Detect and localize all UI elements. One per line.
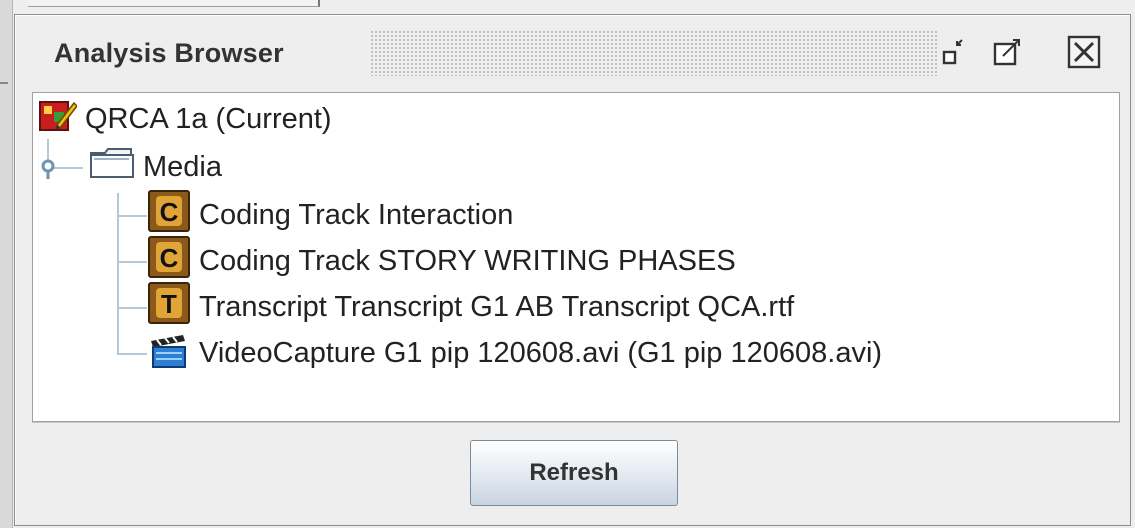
svg-text:C: C (160, 243, 179, 273)
transcript-icon: T (147, 281, 191, 333)
tree-item-transcript[interactable]: T Transcript Transcript G1 AB Transcript… (147, 282, 795, 329)
footer-divider (32, 422, 1120, 423)
tree-connector (117, 353, 147, 355)
window-title: Analysis Browser (54, 38, 284, 68)
tree-item-coding-track[interactable]: C Coding Track STORY WRITING PHASES (147, 236, 736, 283)
project-label: QRCA 1a (Current) (85, 102, 332, 135)
close-icon[interactable] (1064, 32, 1104, 72)
tree-connector (117, 307, 147, 309)
folder-label: Media (143, 150, 222, 183)
minimize-icon[interactable] (936, 32, 976, 72)
tree-connector (117, 193, 119, 353)
title-bar[interactable]: Analysis Browser (14, 16, 1117, 84)
svg-text:C: C (160, 197, 179, 227)
item-label: VideoCapture G1 pip 120608.avi (G1 pip 1… (199, 336, 883, 369)
tree-node-media-folder[interactable]: Media (89, 145, 222, 189)
tree-node-project[interactable]: QRCA 1a (Current) (37, 97, 332, 141)
background-toolbar-fragment (28, 0, 320, 7)
coding-track-icon: C (147, 235, 191, 287)
item-label: Coding Track STORY WRITING PHASES (199, 244, 736, 277)
tree-expand-toggle[interactable] (37, 153, 63, 179)
svg-text:T: T (161, 289, 177, 319)
refresh-button[interactable]: Refresh (470, 440, 678, 506)
item-label: Transcript Transcript G1 AB Transcript Q… (199, 290, 795, 323)
background-window-edge (0, 0, 13, 528)
folder-icon (89, 145, 135, 189)
project-icon (37, 95, 78, 143)
coding-track-icon: C (147, 189, 191, 241)
item-label: Coding Track Interaction (199, 198, 514, 231)
tree-item-video[interactable]: VideoCapture G1 pip 120608.avi (G1 pip 1… (147, 331, 882, 375)
maximize-icon[interactable] (988, 32, 1028, 72)
video-icon (147, 327, 191, 379)
tree-item-coding-track[interactable]: C Coding Track Interaction (147, 190, 514, 237)
tree-connector (117, 215, 147, 217)
title-drag-grip[interactable] (370, 30, 938, 76)
background-tick (0, 82, 8, 92)
tree-connector (117, 261, 147, 263)
media-tree[interactable]: QRCA 1a (Current) Media C Coding Track I… (32, 92, 1120, 422)
